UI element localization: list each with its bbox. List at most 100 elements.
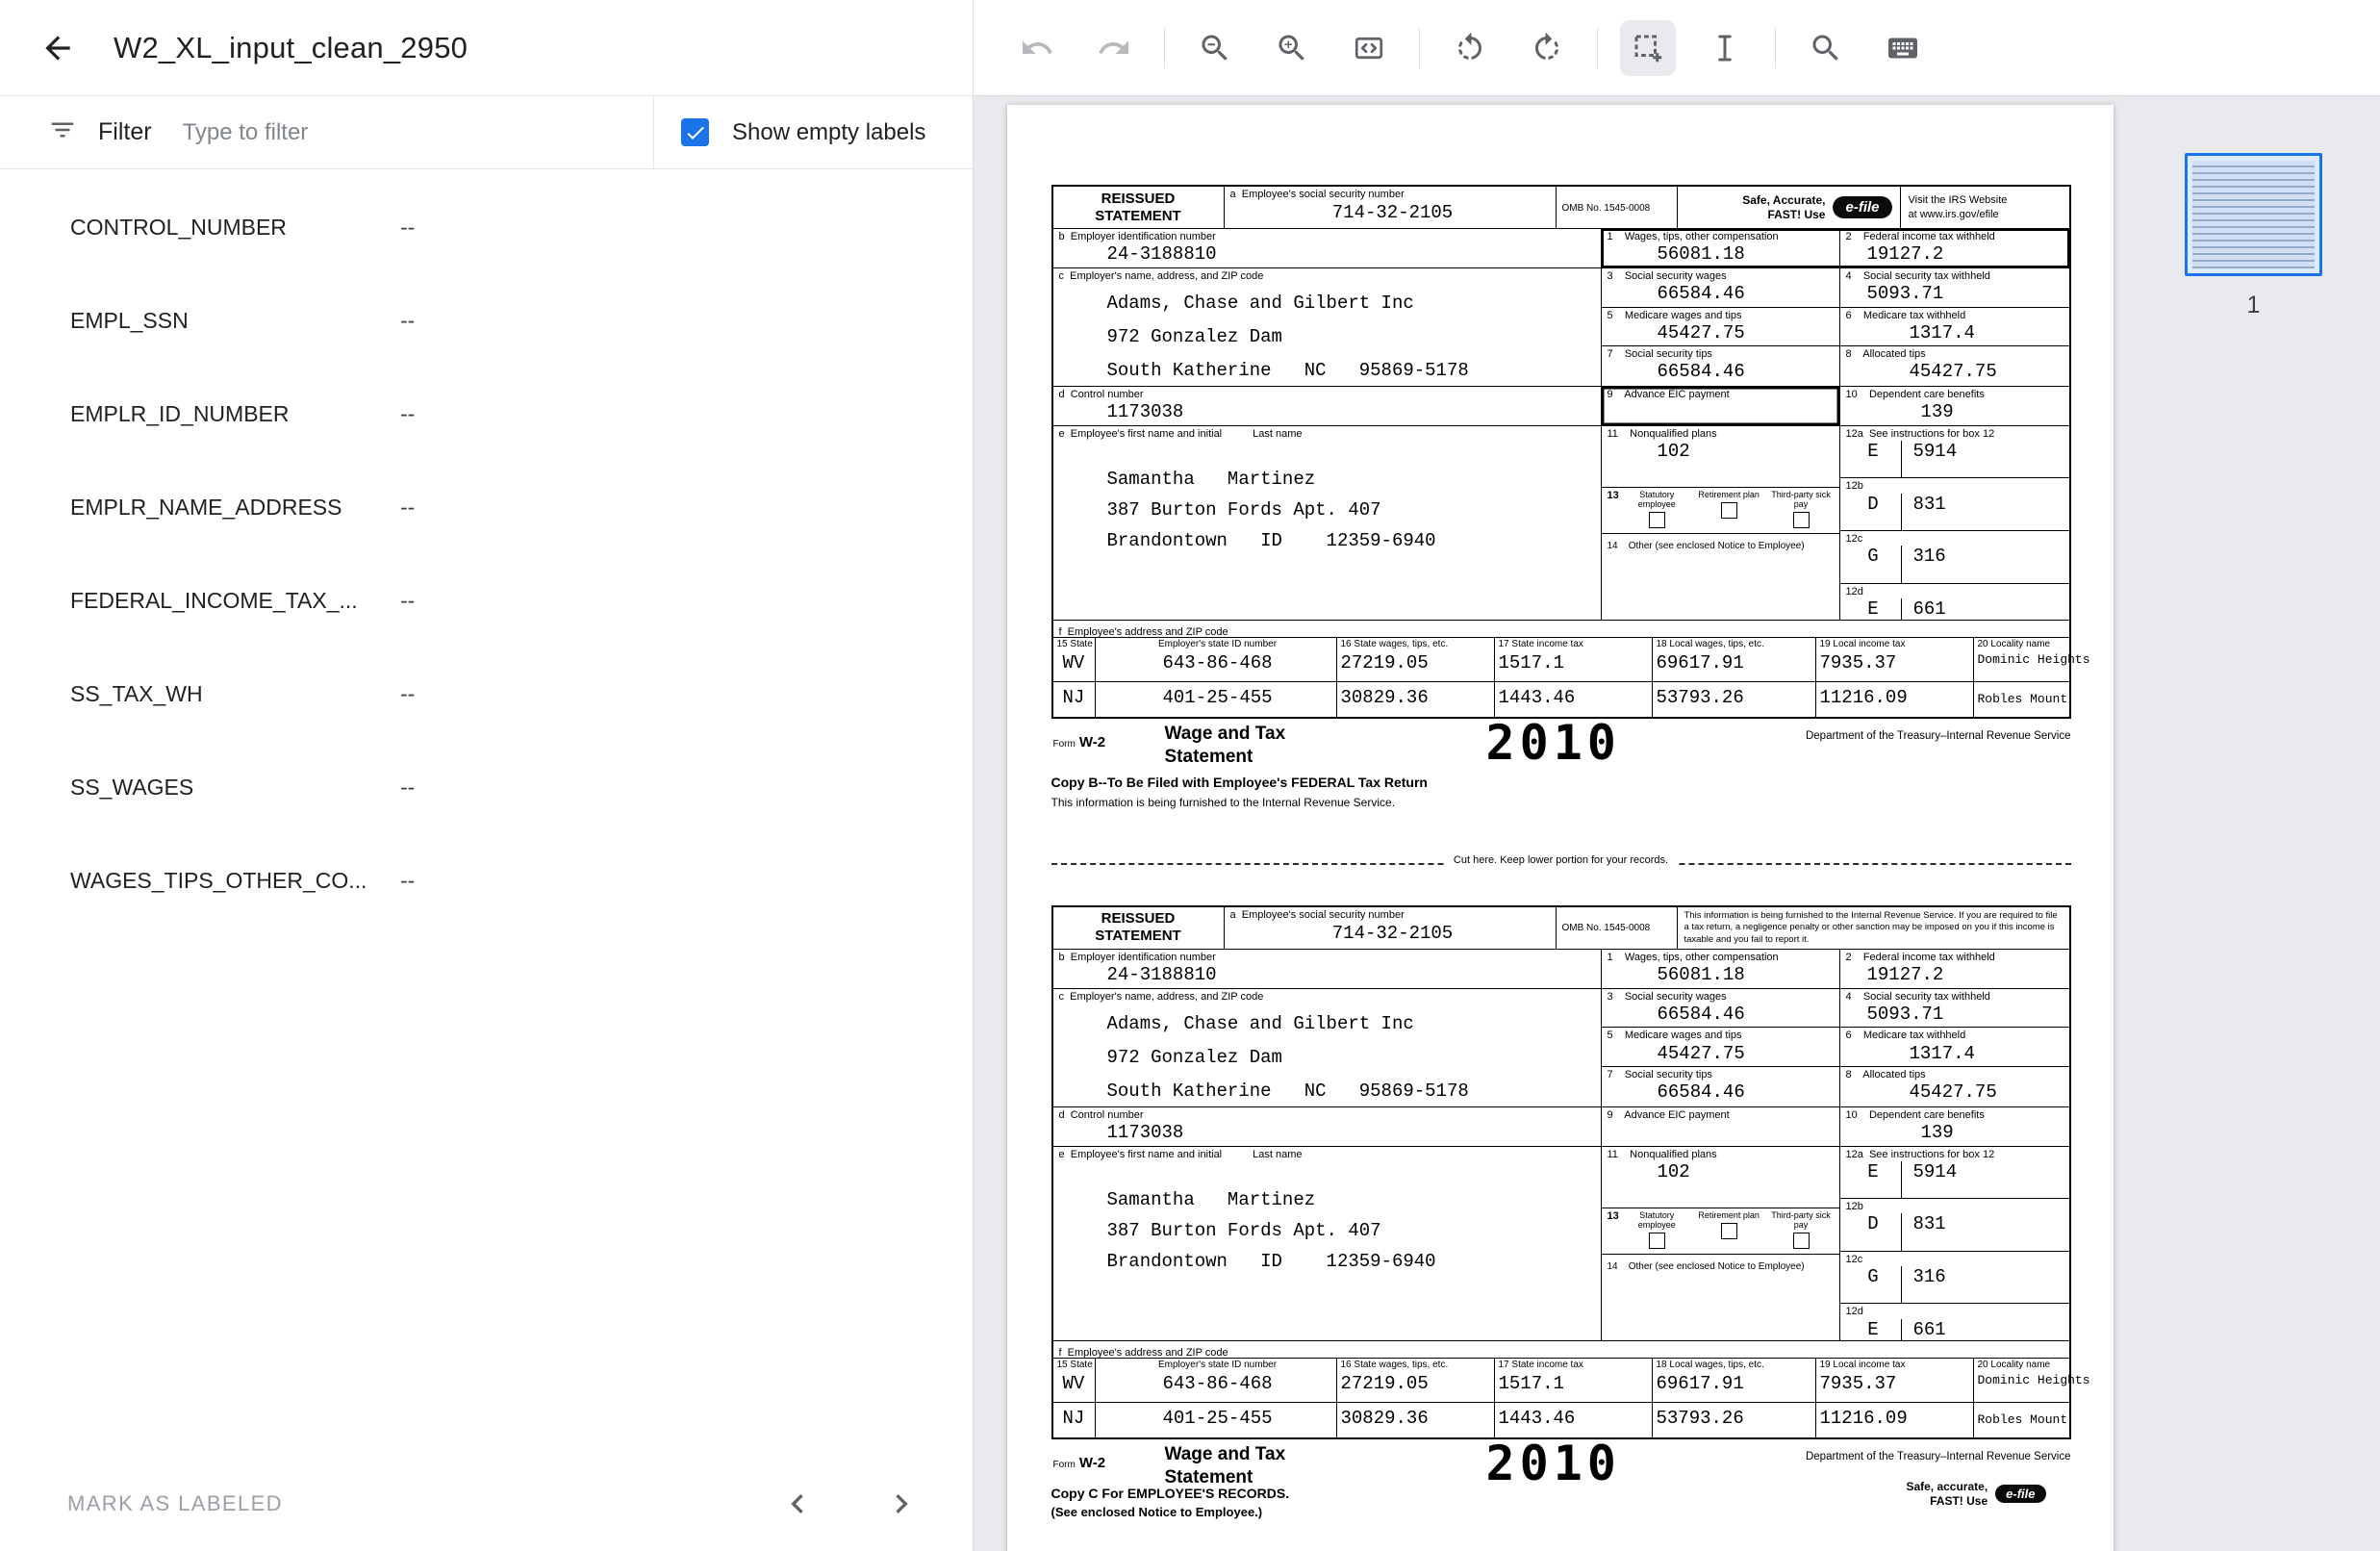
label-row[interactable]: EMPL_SSN --: [0, 274, 973, 368]
box-12c-label: 12c: [1846, 533, 2069, 546]
box-7-ss-tips: 7 Social security tips 66584.46: [1602, 346, 1840, 386]
box-7-value: 66584.46: [1608, 1081, 1839, 1103]
box-11-label: 11 Nonqualified plans: [1608, 428, 1839, 441]
state-1-value: WV: [1057, 652, 1095, 674]
keyboard-shortcuts-button[interactable]: [1875, 20, 1931, 76]
zoom-out-button[interactable]: [1187, 20, 1243, 76]
label-row[interactable]: SS_TAX_WH --: [0, 648, 973, 741]
wage-and-tax-statement-title: Wage and Tax Statement: [1165, 1443, 1286, 1490]
page-thumbnail-selected[interactable]: [2185, 153, 2322, 276]
box-12b: 12b D 831: [1840, 478, 2069, 531]
local-tax-2-value: 11216.09: [1820, 1408, 1973, 1429]
box-1-wages: 1 Wages, tips, other compensation 56081.…: [1602, 229, 1840, 267]
undo-button[interactable]: [1009, 20, 1065, 76]
search-icon: [1809, 31, 1843, 65]
box-c-employer: c Employer's name, address, and ZIP code…: [1053, 989, 1602, 1106]
state-col-15: 15 State WV: [1053, 1359, 1096, 1402]
label-row[interactable]: FEDERAL_INCOME_TAX_... --: [0, 554, 973, 648]
state-col-15: NJ: [1053, 1403, 1096, 1437]
box-1-2-group: 1 Wages, tips, other compensation 56081.…: [1602, 950, 2069, 988]
box-11-nonqualified: 11 Nonqualified plans 102: [1602, 426, 1839, 488]
label-row[interactable]: EMPLR_ID_NUMBER --: [0, 368, 973, 461]
retirement-plan-checkbox[interactable]: [1721, 1223, 1737, 1239]
label-value: --: [400, 401, 415, 427]
footer-safe-text: Safe, accurate, FAST! Use: [1906, 1480, 1988, 1509]
tax-year: 2010: [1486, 715, 1621, 771]
fit-region-button[interactable]: [1341, 20, 1397, 76]
filter-input[interactable]: [183, 119, 653, 146]
mark-as-labeled-button[interactable]: MARK AS LABELED: [67, 1491, 283, 1516]
box-e-label2: Last name: [1253, 1149, 1302, 1161]
box-d-label: d Control number: [1059, 1109, 1601, 1122]
local-wages-col: 53793.26: [1653, 682, 1816, 717]
title-line1: Wage and Tax: [1165, 723, 1286, 746]
state-wages-col: 16 State wages, tips, etc. 27219.05: [1337, 638, 1495, 681]
label-row[interactable]: EMPLR_NAME_ADDRESS --: [0, 461, 973, 554]
safe-accurate-block: Safe, Accurate, FAST! Use e-file: [1678, 187, 1900, 228]
box-12b: 12b D 831: [1840, 1199, 2069, 1252]
safe-line2: FAST! Use: [1742, 208, 1825, 222]
retirement-plan-checkbox[interactable]: [1721, 502, 1737, 519]
box-14-other: 14 Other (see enclosed Notice to Employe…: [1602, 534, 1839, 620]
header-notice-text: This information is being furnished to t…: [1678, 907, 2069, 947]
col-19-label: 19 Local income tax: [1820, 639, 1973, 650]
control-number-value: 1173038: [1059, 1122, 1601, 1143]
box-d-control-number: d Control number 1173038: [1053, 1107, 1602, 1146]
zoom-in-button[interactable]: [1264, 20, 1320, 76]
label-row[interactable]: CONTROL_NUMBER --: [0, 181, 973, 274]
box-4-label: 4 Social security tax withheld: [1846, 270, 2069, 283]
box-12b-code: D: [1846, 1213, 1902, 1250]
form-number: W-2: [1079, 1455, 1105, 1471]
statutory-employee-checkbox[interactable]: [1649, 1233, 1665, 1249]
visit-line2: at www.irs.gov/efile: [1909, 208, 2069, 222]
redo-button[interactable]: [1086, 20, 1142, 76]
state-id-1-value: 643-86-468: [1100, 652, 1336, 674]
reissued-line2: STATEMENT: [1095, 208, 1180, 225]
box-7-ss-tips: 7 Social security tips 66584.46: [1602, 1067, 1840, 1106]
box-3-label: 3 Social security wages: [1608, 991, 1839, 1004]
box-13-label: 13: [1608, 490, 1619, 533]
box-1-label: 1 Wages, tips, other compensation: [1608, 952, 1839, 964]
label-row[interactable]: SS_WAGES --: [0, 741, 973, 834]
local-wages-1-value: 69617.91: [1657, 652, 1815, 674]
next-page-button[interactable]: [880, 1483, 923, 1525]
box-12b-code: D: [1846, 494, 1902, 530]
statutory-employee-label: Statutory employee: [1623, 490, 1691, 509]
box-4-value: 5093.71: [1846, 1004, 2069, 1025]
statutory-employee-checkbox[interactable]: [1649, 512, 1665, 528]
state-wages-col: 30829.36: [1337, 682, 1495, 717]
filter-left: Filter: [0, 96, 653, 168]
box-3-ss-wages: 3 Social security wages 66584.46: [1602, 268, 1840, 307]
statutory-employee-option: Statutory employee: [1623, 1210, 1691, 1254]
col-20-label: 20 Locality name: [1978, 639, 2069, 650]
arrow-back-icon: [39, 30, 76, 66]
w2-header-row: REISSUED STATEMENT a Employee's social s…: [1053, 187, 2069, 229]
search-button[interactable]: [1798, 20, 1854, 76]
local-tax-col: 19 Local income tax 7935.37: [1816, 1359, 1974, 1402]
state-id-2-value: 401-25-455: [1100, 1408, 1336, 1429]
box-12a-value-row: E 5914: [1846, 441, 2069, 477]
show-empty-labels-checkbox[interactable]: [681, 118, 709, 146]
box-5-medicare-wages: 5 Medicare wages and tips 45427.75: [1602, 308, 1840, 346]
add-bounding-box-button[interactable]: [1620, 20, 1676, 76]
rotate-right-button[interactable]: [1519, 20, 1575, 76]
form-w2-label: FormW-2: [1053, 1455, 1106, 1471]
third-party-sick-pay-checkbox[interactable]: [1793, 512, 1810, 528]
col-16-label: 16 State wages, tips, etc.: [1341, 639, 1494, 650]
document-canvas[interactable]: REISSUED STATEMENT a Employee's social s…: [974, 96, 2146, 1551]
check-icon: [684, 121, 707, 144]
department-text: Department of the Treasury–Internal Reve…: [1806, 1451, 2071, 1462]
third-party-sick-pay-checkbox[interactable]: [1793, 1233, 1810, 1249]
third-party-sick-pay-option: Third-party sick pay: [1767, 1210, 1836, 1254]
box-12d-code: E: [1846, 598, 1902, 620]
label-row[interactable]: WAGES_TIPS_OTHER_CO... --: [0, 834, 973, 928]
box-5-medicare-wages: 5 Medicare wages and tips 45427.75: [1602, 1028, 1840, 1066]
local-wages-col: 18 Local wages, tips, etc. 69617.91: [1653, 1359, 1816, 1402]
statutory-employee-label: Statutory employee: [1623, 1210, 1691, 1230]
prev-page-button[interactable]: [776, 1483, 819, 1525]
back-button[interactable]: [35, 25, 81, 71]
box-7-label: 7 Social security tips: [1608, 1069, 1839, 1081]
rotate-left-button[interactable]: [1442, 20, 1498, 76]
box-2-label: 2 Federal income tax withheld: [1846, 952, 2069, 964]
text-select-button[interactable]: [1697, 20, 1753, 76]
